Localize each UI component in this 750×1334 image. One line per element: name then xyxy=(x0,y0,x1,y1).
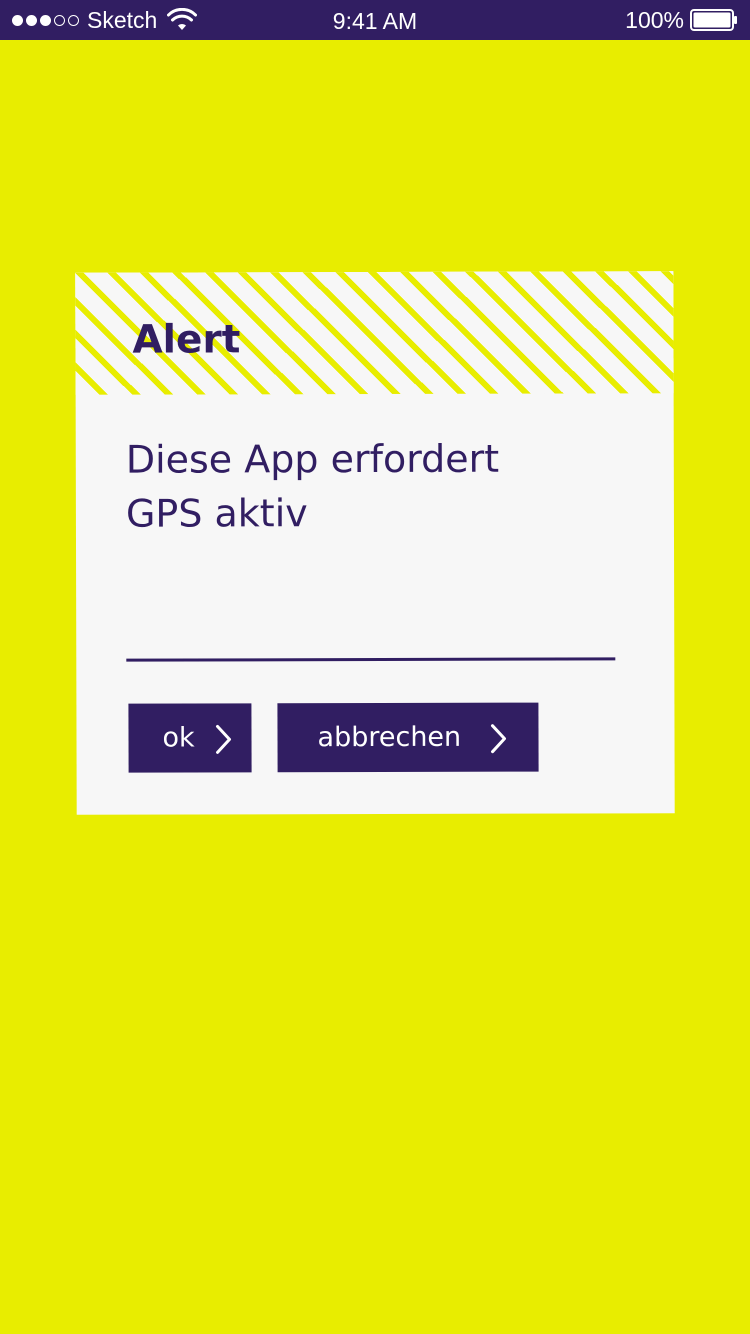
chevron-right-icon xyxy=(215,724,232,754)
cancel-button[interactable]: abbrechen xyxy=(277,702,539,773)
ok-button-label: ok xyxy=(162,722,195,754)
status-bar: Sketch 9:41 AM 100% xyxy=(0,0,750,40)
chevron-right-icon xyxy=(490,724,507,754)
cancel-button-label: abbrechen xyxy=(317,721,462,754)
alert-dialog: Alert Diese App erfordert GPS aktiv ok ab… xyxy=(75,271,675,815)
dialog-title: Alert xyxy=(132,317,241,363)
status-right: 100% xyxy=(625,0,738,40)
battery-icon xyxy=(690,9,737,31)
dialog-message: Diese App erfordert GPS aktiv xyxy=(126,431,626,540)
dialog-divider xyxy=(126,657,616,662)
battery-percentage: 100% xyxy=(625,6,684,33)
dialog-message-line1: Diese App erfordert xyxy=(125,436,500,482)
ok-button[interactable]: ok xyxy=(128,703,252,773)
dialog-message-line2: GPS aktiv xyxy=(125,491,308,536)
dialog-header: Alert xyxy=(75,271,674,395)
